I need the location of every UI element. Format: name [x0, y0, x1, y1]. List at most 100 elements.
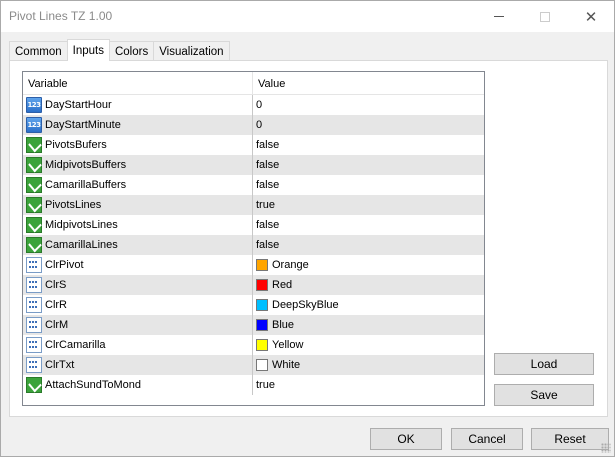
- table-row[interactable]: ClrR DeepSkyBlue: [23, 295, 484, 315]
- value-cell[interactable]: DeepSkyBlue: [253, 295, 484, 315]
- variable-name: AttachSundToMond: [45, 379, 142, 391]
- tab-common[interactable]: Common: [9, 41, 68, 61]
- tab-strip: Common Inputs Colors Visualization: [9, 39, 230, 61]
- boolean-icon: [26, 237, 42, 253]
- grid-rows: 123 DayStartHour 0 123 DayStartMinute 0 Pivots…: [23, 95, 484, 395]
- boolean-icon: [26, 197, 42, 213]
- value-text: Red: [272, 279, 293, 291]
- value-cell[interactable]: Red: [253, 275, 484, 295]
- table-row[interactable]: 123 DayStartHour 0: [23, 95, 484, 115]
- value-cell[interactable]: true: [253, 195, 484, 215]
- integer-icon: 123: [26, 97, 42, 113]
- value-text: false: [256, 159, 280, 171]
- inputs-panel: Variable Value 123 DayStartHour 0 123 DaySta…: [9, 60, 608, 417]
- variable-name: MidpivotsLines: [45, 219, 118, 231]
- value-text: Orange: [272, 259, 309, 271]
- cancel-button[interactable]: Cancel: [451, 428, 523, 450]
- tab-visualization[interactable]: Visualization: [153, 41, 230, 61]
- boolean-icon: [26, 217, 42, 233]
- value-text: true: [256, 199, 275, 211]
- value-text: false: [256, 219, 280, 231]
- variable-name: PivotsLines: [45, 199, 102, 211]
- inputs-grid: Variable Value 123 DayStartHour 0 123 DaySta…: [22, 71, 485, 406]
- column-header-value[interactable]: Value: [253, 72, 484, 95]
- value-cell[interactable]: Blue: [253, 315, 484, 335]
- variable-name: ClrS: [45, 279, 67, 291]
- variable-cell: PivotsBufers: [23, 135, 253, 155]
- value-cell[interactable]: 0: [253, 115, 484, 135]
- maximize-icon: [522, 1, 568, 32]
- color-icon: [26, 357, 42, 373]
- tab-inputs[interactable]: Inputs: [66, 39, 110, 61]
- table-row[interactable]: MidpivotsBuffers false: [23, 155, 484, 175]
- color-swatch: [256, 319, 268, 331]
- value-text: false: [256, 179, 280, 191]
- title-bar: Pivot Lines TZ 1.00 ✕: [1, 1, 614, 32]
- variable-name: DayStartHour: [45, 99, 112, 111]
- value-cell[interactable]: false: [253, 175, 484, 195]
- color-swatch: [256, 359, 268, 371]
- minimize-icon[interactable]: [476, 1, 522, 32]
- value-text: Yellow: [272, 339, 304, 351]
- value-text: 0: [256, 99, 263, 111]
- value-cell[interactable]: Orange: [253, 255, 484, 275]
- table-row[interactable]: PivotsBufers false: [23, 135, 484, 155]
- table-row[interactable]: ClrS Red: [23, 275, 484, 295]
- variable-cell: ClrPivot: [23, 255, 253, 275]
- close-icon[interactable]: ✕: [568, 1, 614, 32]
- resize-grip[interactable]: [601, 443, 611, 453]
- value-cell[interactable]: false: [253, 155, 484, 175]
- color-icon: [26, 297, 42, 313]
- table-row[interactable]: ClrCamarilla Yellow: [23, 335, 484, 355]
- value-text: false: [256, 139, 280, 151]
- load-button[interactable]: Load: [494, 353, 594, 375]
- variable-cell: MidpivotsBuffers: [23, 155, 253, 175]
- table-row[interactable]: ClrM Blue: [23, 315, 484, 335]
- value-text: DeepSkyBlue: [272, 299, 339, 311]
- tab-colors[interactable]: Colors: [108, 41, 155, 61]
- variable-cell: ClrS: [23, 275, 253, 295]
- value-cell[interactable]: true: [253, 375, 484, 395]
- variable-cell: 123 DayStartMinute: [23, 115, 253, 135]
- table-row[interactable]: CamarillaLines false: [23, 235, 484, 255]
- value-text: false: [256, 239, 280, 251]
- color-icon: [26, 277, 42, 293]
- value-cell[interactable]: White: [253, 355, 484, 375]
- variable-cell: PivotsLines: [23, 195, 253, 215]
- color-swatch: [256, 299, 268, 311]
- variable-name: DayStartMinute: [45, 119, 121, 131]
- boolean-icon: [26, 157, 42, 173]
- color-icon: [26, 257, 42, 273]
- reset-button[interactable]: Reset: [531, 428, 609, 450]
- variable-name: CamarillaLines: [45, 239, 118, 251]
- grid-header: Variable Value: [23, 72, 484, 95]
- table-row[interactable]: AttachSundToMond true: [23, 375, 484, 395]
- variable-name: ClrR: [45, 299, 67, 311]
- table-row[interactable]: PivotsLines true: [23, 195, 484, 215]
- value-cell[interactable]: false: [253, 135, 484, 155]
- value-cell[interactable]: 0: [253, 95, 484, 115]
- save-button[interactable]: Save: [494, 384, 594, 406]
- variable-name: CamarillaBuffers: [45, 179, 127, 191]
- column-header-variable[interactable]: Variable: [23, 72, 253, 95]
- boolean-icon: [26, 137, 42, 153]
- table-row[interactable]: ClrPivot Orange: [23, 255, 484, 275]
- table-row[interactable]: CamarillaBuffers false: [23, 175, 484, 195]
- color-icon: [26, 337, 42, 353]
- variable-cell: MidpivotsLines: [23, 215, 253, 235]
- value-cell[interactable]: false: [253, 235, 484, 255]
- table-row[interactable]: ClrTxt White: [23, 355, 484, 375]
- variable-name: MidpivotsBuffers: [45, 159, 127, 171]
- window-title: Pivot Lines TZ 1.00: [9, 9, 113, 23]
- value-text: true: [256, 379, 275, 391]
- ok-button[interactable]: OK: [370, 428, 442, 450]
- variable-cell: CamarillaBuffers: [23, 175, 253, 195]
- value-cell[interactable]: false: [253, 215, 484, 235]
- value-cell[interactable]: Yellow: [253, 335, 484, 355]
- variable-cell: ClrTxt: [23, 355, 253, 375]
- table-row[interactable]: 123 DayStartMinute 0: [23, 115, 484, 135]
- color-swatch: [256, 259, 268, 271]
- table-row[interactable]: MidpivotsLines false: [23, 215, 484, 235]
- color-swatch: [256, 279, 268, 291]
- variable-name: ClrM: [45, 319, 69, 331]
